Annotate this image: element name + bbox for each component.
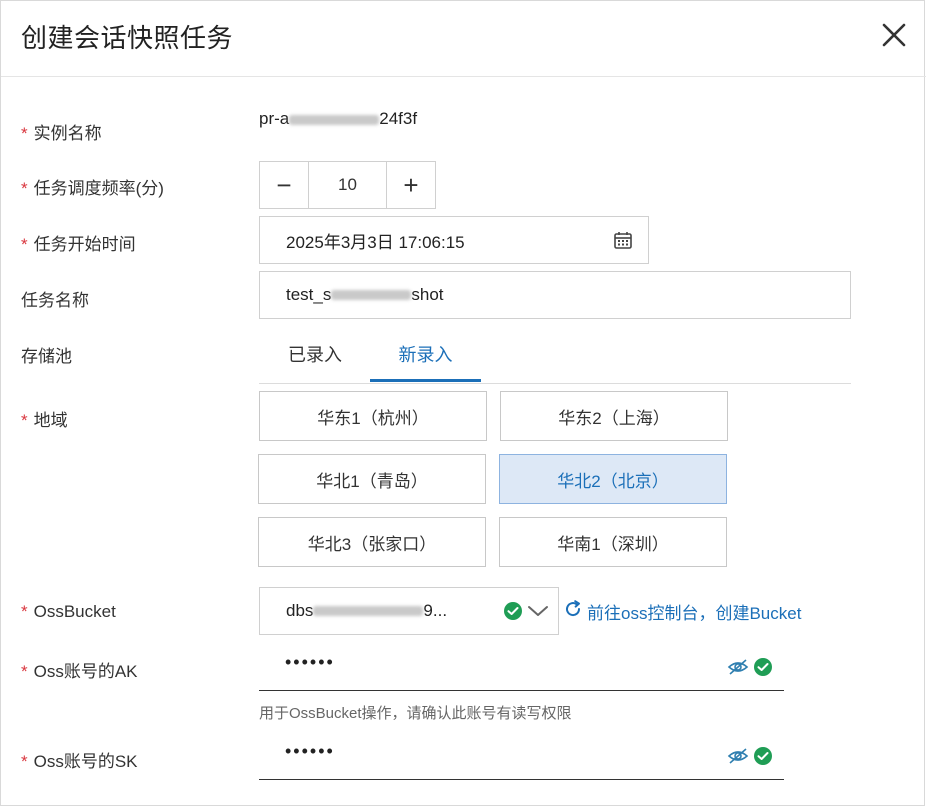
plus-icon[interactable]: + xyxy=(386,162,435,208)
tab-existing[interactable]: 已录入 xyxy=(273,331,357,382)
required-mark: * xyxy=(21,752,28,771)
dialog-title: 创建会话快照任务 xyxy=(21,23,234,53)
required-mark: * xyxy=(21,602,28,621)
check-circle-icon xyxy=(753,657,773,682)
required-mark: * xyxy=(21,124,28,143)
check-circle-icon xyxy=(753,746,773,771)
eye-off-icon[interactable] xyxy=(727,746,749,771)
frequency-value[interactable]: 10 xyxy=(308,162,387,208)
required-mark: * xyxy=(21,179,28,198)
instance-name-label: * 实例名称 xyxy=(21,124,102,143)
oss-ak-input[interactable]: •••••• xyxy=(259,644,784,691)
region-option-shanghai[interactable]: 华东2（上海） xyxy=(500,391,728,441)
oss-bucket-label: * OssBucket xyxy=(21,602,116,621)
check-circle-icon xyxy=(503,601,523,626)
region-option-qingdao[interactable]: 华北1（青岛） xyxy=(258,454,486,504)
start-time-picker[interactable]: 2025年3月3日 17:06:15 xyxy=(259,216,649,264)
required-mark: * xyxy=(21,411,28,430)
minus-icon[interactable]: − xyxy=(260,162,309,208)
oss-ak-label: * Oss账号的AK xyxy=(21,662,138,681)
oss-ak-masked-value: •••••• xyxy=(285,652,335,672)
create-session-snapshot-dialog: 创建会话快照任务 * 实例名称 pr-a 24f3f * 任务调度频率(分) − 10… xyxy=(0,0,926,806)
oss-sk-label: * Oss账号的SK xyxy=(21,752,138,771)
create-bucket-link-text[interactable]: 前往oss控制台，创建Bucket xyxy=(587,599,801,624)
create-bucket-link[interactable]: 前往oss控制台，创建Bucket xyxy=(563,599,801,624)
dialog-header: 创建会话快照任务 xyxy=(1,1,926,77)
calendar-icon[interactable] xyxy=(613,230,633,255)
region-option-beijing[interactable]: 华北2（北京） xyxy=(499,454,727,504)
storage-pool-tabs: 已录入 新录入 xyxy=(259,331,851,384)
required-mark: * xyxy=(21,662,28,681)
oss-bucket-select[interactable]: dbs 9... xyxy=(259,587,559,635)
region-option-hangzhou[interactable]: 华东1（杭州） xyxy=(259,391,487,441)
tab-new[interactable]: 新录入 xyxy=(370,331,481,382)
required-mark: * xyxy=(21,235,28,254)
oss-sk-masked-value: •••••• xyxy=(285,741,335,761)
region-label: * 地域 xyxy=(21,411,68,430)
chevron-down-icon[interactable] xyxy=(527,602,549,625)
refresh-icon[interactable] xyxy=(563,599,583,624)
oss-bucket-value: dbs 9... xyxy=(286,601,448,620)
task-name-value: test_s shot xyxy=(286,285,444,304)
frequency-label: * 任务调度频率(分) xyxy=(21,179,164,198)
region-option-shenzhen[interactable]: 华南1（深圳） xyxy=(499,517,727,567)
start-time-label: * 任务开始时间 xyxy=(21,235,136,254)
start-time-value: 2025年3月3日 17:06:15 xyxy=(286,232,465,252)
oss-ak-hint: 用于OssBucket操作，请确认此账号有读写权限 xyxy=(259,705,572,722)
region-option-zhangjiakou[interactable]: 华北3（张家口） xyxy=(258,517,486,567)
storage-pool-label: 存储池 xyxy=(21,347,72,366)
close-icon[interactable] xyxy=(877,18,911,52)
task-name-input[interactable]: test_s shot xyxy=(259,271,851,319)
frequency-stepper[interactable]: − 10 + xyxy=(259,161,436,209)
eye-off-icon[interactable] xyxy=(727,657,749,682)
oss-sk-input[interactable]: •••••• xyxy=(259,733,784,780)
instance-name-value: pr-a 24f3f xyxy=(259,109,418,128)
task-name-label: 任务名称 xyxy=(21,291,89,310)
